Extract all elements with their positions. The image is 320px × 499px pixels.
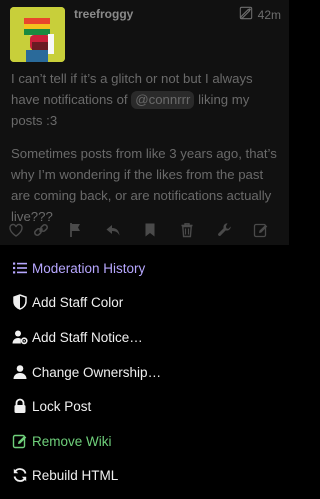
menu-item-add-staff-notice[interactable]: Add Staff Notice…	[0, 320, 289, 354]
menu-item-label: Add Staff Notice…	[32, 329, 143, 345]
post-paragraph-2: Sometimes posts from like 3 years ago, t…	[11, 146, 277, 224]
flag-icon[interactable]	[68, 222, 84, 238]
menu-item-label: Add Staff Color	[32, 294, 124, 310]
menu-item-label: Lock Post	[32, 398, 92, 414]
menu-item-change-ownership[interactable]: Change Ownership…	[0, 355, 289, 389]
post-meta: 42m	[239, 6, 281, 23]
menu-item-moderation-history[interactable]: Moderation History	[0, 251, 289, 285]
menu-item-lock-post[interactable]: Lock Post	[0, 389, 289, 423]
post-admin-menu: Moderation History Add Staff Color Add S…	[0, 245, 289, 499]
menu-item-label: Remove Wiki	[32, 433, 112, 449]
menu-item-rebuild-html[interactable]: Rebuild HTML	[0, 458, 289, 492]
bookmark-icon[interactable]	[142, 222, 158, 238]
menu-item-label: Rebuild HTML	[32, 467, 119, 483]
post-username[interactable]: treefroggy	[74, 7, 133, 21]
trash-icon[interactable]	[179, 222, 195, 238]
user-gear-icon	[12, 329, 28, 345]
edit-icon[interactable]	[253, 222, 269, 238]
shield-icon	[12, 294, 28, 310]
list-icon	[12, 260, 28, 276]
link-icon[interactable]	[33, 222, 49, 238]
post-actions-bar	[0, 218, 289, 242]
lock-icon	[12, 398, 28, 414]
post-paragraph-1: I can’t tell if it’s a glitch or not but…	[11, 68, 283, 131]
menu-item-add-staff-color[interactable]: Add Staff Color	[0, 285, 289, 319]
reply-icon[interactable]	[105, 222, 121, 238]
mention-link[interactable]: @connrrr	[131, 91, 195, 109]
post-time: 42m	[257, 7, 281, 22]
menu-item-remove-wiki[interactable]: Remove Wiki	[0, 424, 289, 458]
edit-icon[interactable]	[239, 6, 253, 23]
heart-icon[interactable]	[8, 222, 24, 238]
menu-item-label: Moderation History	[32, 260, 146, 276]
wrench-icon[interactable]	[217, 222, 233, 238]
edit-icon	[12, 433, 28, 449]
user-icon	[12, 364, 28, 380]
post-body: I can’t tell if it’s a glitch or not but…	[11, 68, 283, 239]
refresh-icon	[12, 467, 28, 483]
post-card: treefroggy 42m I can’t tell if it’s a gl…	[0, 0, 289, 245]
menu-item-label: Change Ownership…	[32, 364, 162, 380]
avatar[interactable]	[10, 7, 65, 62]
